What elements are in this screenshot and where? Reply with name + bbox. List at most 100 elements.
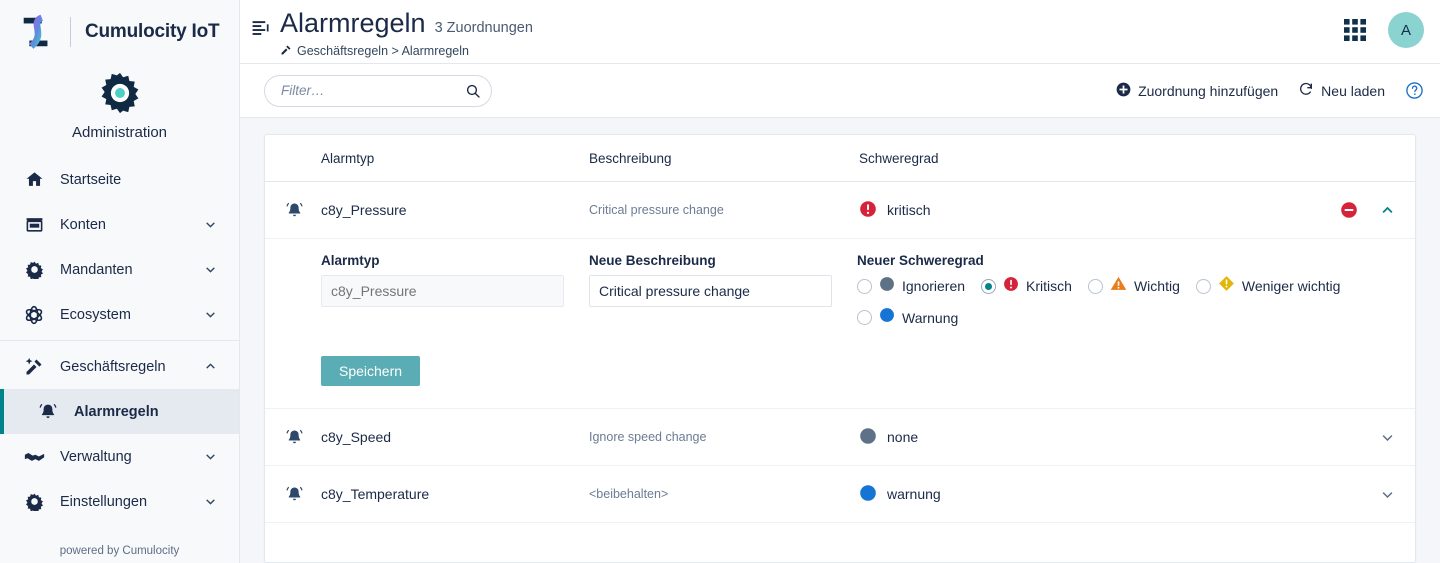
- sidebar-item-mandanten[interactable]: Mandanten: [0, 247, 239, 292]
- radio-option-ignorieren[interactable]: Ignorieren: [857, 275, 965, 297]
- application-block: Administration: [0, 64, 239, 155]
- breadcrumb-text: Geschäftsregeln > Alarmregeln: [297, 44, 469, 59]
- alarm-bell-icon: [285, 428, 321, 447]
- chevron-down-icon[interactable]: [204, 450, 217, 463]
- search-input[interactable]: [264, 74, 492, 107]
- severity-warning-icon: [859, 484, 877, 505]
- help-icon[interactable]: [1405, 81, 1424, 100]
- radio-option-weniger-wichtig[interactable]: Weniger wichtig: [1195, 275, 1341, 297]
- alarm-bell-icon: [36, 402, 60, 422]
- description-input[interactable]: [589, 275, 832, 307]
- radio-option-warnung[interactable]: Warnung: [857, 307, 958, 328]
- column-header-schweregrad: Schweregrad: [859, 150, 939, 166]
- add-assignment-button[interactable]: Zuordnung hinzufügen: [1116, 82, 1278, 100]
- table-row[interactable]: c8y_Pressure Critical pressure change kr…: [265, 182, 1415, 239]
- table-header: Alarmtyp Beschreibung Schweregrad: [265, 135, 1415, 182]
- sidebar-item-verwaltung[interactable]: Verwaltung: [0, 434, 239, 479]
- table-row[interactable]: c8y_Temperature <beibehalten> warnung: [265, 466, 1415, 523]
- expand-row-chevron-down-icon[interactable]: [1380, 430, 1395, 445]
- sidebar-item-konten[interactable]: Konten: [0, 202, 239, 247]
- avatar[interactable]: A: [1388, 12, 1424, 48]
- brand-name: Cumulocity IoT: [85, 21, 220, 42]
- radio-option-kritisch[interactable]: Kritisch: [981, 275, 1072, 297]
- row-actions: [1340, 201, 1395, 219]
- home-icon: [22, 170, 46, 189]
- radio-label: Ignorieren: [902, 278, 966, 294]
- sidebar-item-einstellungen[interactable]: Einstellungen: [0, 479, 239, 524]
- sidebar-item-alarmregeln[interactable]: Alarmregeln: [0, 389, 239, 434]
- business-rules-icon: [22, 357, 46, 377]
- label-neuer-schweregrad: Neuer Schweregrad: [857, 253, 984, 268]
- remove-assignment-icon[interactable]: [1340, 201, 1358, 219]
- save-button[interactable]: Speichern: [321, 356, 421, 386]
- severity-none-icon: [859, 427, 877, 448]
- table-row[interactable]: c8y_Speed Ignore speed change none: [265, 409, 1415, 466]
- radio-button[interactable]: [857, 278, 872, 294]
- chevron-up-icon[interactable]: [204, 360, 217, 373]
- radio-button[interactable]: [1195, 278, 1211, 294]
- expand-row-chevron-down-icon[interactable]: [1380, 487, 1395, 502]
- alarm-bell-icon: [285, 201, 321, 220]
- collapse-row-chevron-up-icon[interactable]: [1380, 203, 1395, 218]
- column-header-alarmtyp: Alarmtyp: [321, 150, 375, 166]
- top-header: Alarmregeln 3 Zuordnungen Geschäftsregel…: [240, 0, 1440, 64]
- filter-wrapper: [264, 74, 492, 107]
- reload-button[interactable]: Neu laden: [1298, 81, 1385, 100]
- radio-button[interactable]: [1087, 278, 1103, 294]
- powered-by-label: powered by Cumulocity: [59, 545, 180, 557]
- ecosystem-atom-icon: [22, 305, 46, 325]
- radio-label: Kritisch: [1026, 278, 1072, 294]
- row-alarm-type: c8y_Temperature: [321, 486, 430, 502]
- plus-circle-icon: [1116, 82, 1131, 100]
- cumulocity-logo-icon: [23, 14, 48, 49]
- sidebar-item-geschaeftsregeln[interactable]: Geschäftsregeln: [0, 344, 239, 389]
- add-assignment-label: Zuordnung hinzufügen: [1138, 82, 1279, 99]
- radio-label: Weniger wichtig: [1241, 278, 1341, 294]
- brand-divider: [70, 17, 71, 47]
- alarm-rules-card: Alarmtyp Beschreibung Schweregrad c8y_Pr…: [264, 134, 1416, 563]
- header-right: A: [1338, 0, 1424, 48]
- content-area: Alarmtyp Beschreibung Schweregrad c8y_Pr…: [240, 118, 1440, 563]
- application-title: Administration: [71, 124, 168, 141]
- row-actions: [1380, 430, 1395, 445]
- action-toolbar: Zuordnung hinzufügen Neu laden: [240, 64, 1440, 118]
- field-group-beschreibung: Neue Beschreibung: [589, 253, 857, 328]
- row-description: Critical pressure change: [589, 203, 724, 217]
- chevron-down-icon[interactable]: [204, 218, 217, 231]
- sidebar-item-label: Alarmregeln: [74, 403, 159, 420]
- chevron-down-icon[interactable]: [204, 308, 217, 321]
- field-group-schweregrad: Neuer Schweregrad Ignorieren Kritisch Wi…: [857, 253, 1395, 328]
- sidebar-item-label: Konten: [60, 216, 106, 233]
- app-switcher-grid-icon[interactable]: [1338, 13, 1372, 47]
- radio-label: Wichtig: [1133, 278, 1180, 294]
- severity-warning-icon: [879, 307, 895, 328]
- label-neue-beschreibung: Neue Beschreibung: [589, 253, 716, 268]
- breadcrumb[interactable]: Geschäftsregeln > Alarmregeln: [280, 44, 533, 59]
- refresh-icon: [1298, 81, 1314, 100]
- severity-major-icon: [1110, 275, 1127, 297]
- radio-button[interactable]: [981, 278, 997, 294]
- radio-button[interactable]: [857, 310, 872, 325]
- toolbar-actions: Zuordnung hinzufügen Neu laden: [1116, 81, 1424, 100]
- alarm-type-input[interactable]: [321, 275, 564, 307]
- search-icon[interactable]: [465, 83, 481, 99]
- row-alarm-type: c8y_Speed: [321, 429, 392, 445]
- row-alarm-type: c8y_Pressure: [321, 202, 407, 218]
- sidebar-item-label: Mandanten: [60, 261, 133, 278]
- chevron-down-icon[interactable]: [204, 495, 217, 508]
- alarm-bell-icon: [285, 485, 321, 504]
- row-severity: kritisch: [859, 200, 1340, 221]
- chevron-down-icon[interactable]: [204, 263, 217, 276]
- severity-label: warnung: [887, 486, 941, 502]
- accounts-icon: [22, 215, 46, 234]
- sidebar-item-ecosystem[interactable]: Ecosystem: [0, 292, 239, 337]
- reload-label: Neu laden: [1321, 82, 1385, 99]
- sidebar-item-label: Ecosystem: [60, 306, 131, 323]
- management-handshake-icon: [22, 446, 46, 467]
- sidebar-item-startseite[interactable]: Startseite: [0, 157, 239, 202]
- sidebar-item-label: Verwaltung: [60, 448, 132, 465]
- radio-option-wichtig[interactable]: Wichtig: [1087, 275, 1180, 297]
- form-fields-row: Alarmtyp Neue Beschreibung Neuer Schwere…: [321, 253, 1395, 328]
- navigator-toggle-icon[interactable]: [246, 13, 274, 41]
- row-description: Ignore speed change: [589, 430, 707, 444]
